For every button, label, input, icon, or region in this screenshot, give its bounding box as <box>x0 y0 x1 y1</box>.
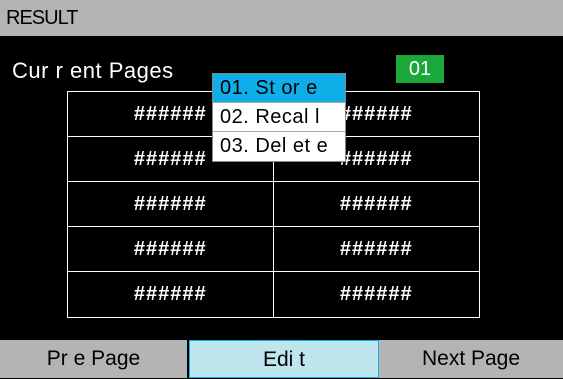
menu-item-recall[interactable]: 02. Recal l <box>213 103 345 132</box>
menu-item-delete[interactable]: 03. Del et e <box>213 132 345 161</box>
next-page-button[interactable]: Next Page <box>379 340 563 378</box>
window-title: RESULT <box>0 0 563 36</box>
table-cell[interactable]: ###### <box>273 227 479 272</box>
table-cell[interactable]: ###### <box>68 182 274 227</box>
softkey-bar: Pr e Page Edi t Next Page <box>0 340 563 378</box>
table-cell[interactable]: ###### <box>273 182 479 227</box>
edit-menu-dropdown: 01. St or e 02. Recal l 03. Del et e <box>212 73 346 162</box>
table-cell[interactable]: ###### <box>274 272 480 317</box>
page-number-badge: 01 <box>396 55 444 83</box>
menu-item-store[interactable]: 01. St or e <box>213 74 345 103</box>
edit-button[interactable]: Edi t <box>189 340 379 378</box>
current-pages-label: Cur r ent Pages <box>12 58 174 83</box>
table-cell[interactable]: ###### <box>68 227 274 272</box>
prev-page-button[interactable]: Pr e Page <box>0 340 189 378</box>
table-cell[interactable]: ###### <box>68 272 274 317</box>
